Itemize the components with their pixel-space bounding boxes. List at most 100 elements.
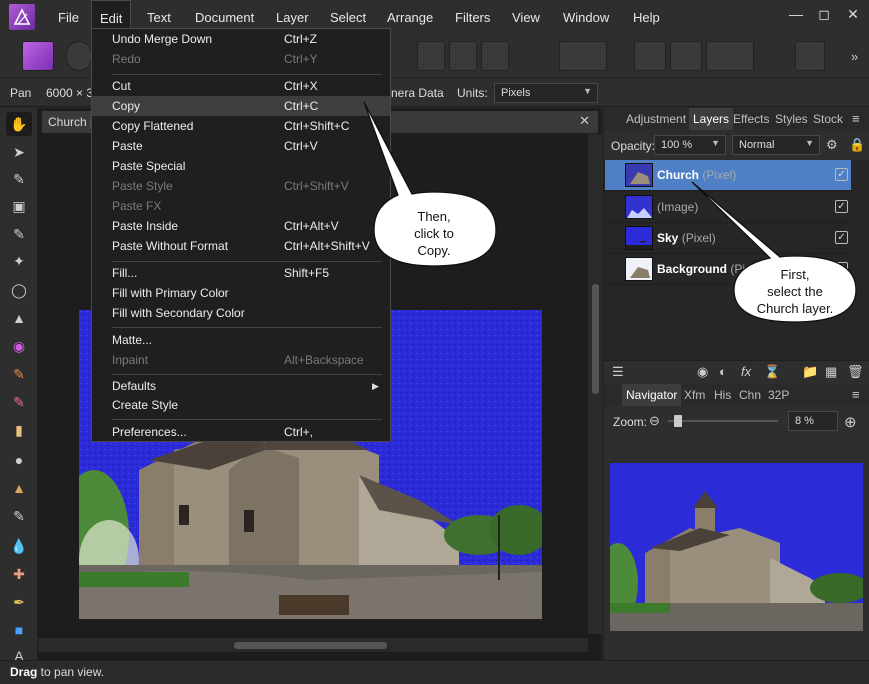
menu-item-preferences[interactable]: Preferences... Ctrl+, bbox=[92, 422, 390, 442]
menu-filters[interactable]: Filters bbox=[447, 0, 498, 36]
pen-tool-icon[interactable]: ✒ bbox=[6, 590, 32, 614]
tab-history[interactable]: His bbox=[710, 384, 735, 406]
menu-item-paste[interactable]: Paste Ctrl+V bbox=[92, 136, 390, 156]
menu-item-fill-secondary[interactable]: Fill with Secondary Color bbox=[92, 303, 390, 323]
live-filter-icon[interactable]: ⌛ bbox=[764, 364, 780, 380]
grid-icon[interactable] bbox=[634, 41, 666, 71]
menu-item-paste-inside[interactable]: Paste Inside Ctrl+Alt+V bbox=[92, 216, 390, 236]
camera-data-label[interactable]: nera Data bbox=[391, 86, 444, 100]
color-picker-icon[interactable]: ✎ bbox=[6, 167, 32, 191]
blend-mode-select[interactable]: Normal ▼ bbox=[732, 135, 820, 155]
menu-item-undo[interactable]: Undo Merge Down Ctrl+Z bbox=[92, 29, 390, 49]
navigator-preview[interactable] bbox=[610, 463, 863, 631]
assistant-icon[interactable] bbox=[795, 41, 825, 71]
vertical-scroll-thumb[interactable] bbox=[592, 284, 599, 394]
liquify-persona-icon[interactable] bbox=[66, 41, 92, 71]
menu-item-copy-flattened[interactable]: Copy Flattened Ctrl+Shift+C bbox=[92, 116, 390, 136]
more-icon[interactable]: » bbox=[851, 49, 858, 64]
move-tool-icon[interactable]: ➤ bbox=[6, 140, 32, 164]
horizontal-scrollbar[interactable] bbox=[38, 638, 588, 652]
menu-item-copy[interactable]: Copy Ctrl+C bbox=[92, 96, 390, 116]
fx-icon[interactable]: fx bbox=[741, 364, 751, 379]
selection-brush-icon[interactable]: ✎ bbox=[6, 222, 32, 246]
healing-brush-icon[interactable]: ✚ bbox=[6, 562, 32, 586]
clone-stamp-icon[interactable]: ▲ bbox=[6, 476, 32, 500]
menu-item-matte[interactable]: Matte... bbox=[92, 330, 390, 350]
tab-adjustment[interactable]: Adjustment bbox=[622, 108, 690, 130]
callout-layer: First, select the Church layer. bbox=[690, 180, 860, 325]
invert-selection-icon[interactable] bbox=[481, 41, 509, 71]
menu-file[interactable]: File bbox=[50, 0, 87, 36]
menu-window[interactable]: Window bbox=[555, 0, 617, 36]
tab-transform[interactable]: Xfm bbox=[680, 384, 709, 406]
tab-stock[interactable]: Stock bbox=[809, 108, 847, 130]
menu-item-cut[interactable]: Cut Ctrl+X bbox=[92, 76, 390, 96]
zoom-out-icon[interactable]: ⊖ bbox=[649, 413, 660, 429]
zoom-slider[interactable] bbox=[668, 415, 778, 427]
zoom-in-icon[interactable]: ⊕ bbox=[844, 413, 857, 431]
gear-icon[interactable]: ⚙ bbox=[826, 137, 838, 153]
layers-stack-icon[interactable]: ☰ bbox=[612, 364, 624, 380]
menu-separator bbox=[112, 374, 382, 375]
flood-select-icon[interactable]: ✦ bbox=[6, 249, 32, 273]
status-bold: Drag bbox=[10, 665, 38, 679]
opacity-label: Opacity: bbox=[611, 139, 656, 153]
zoom-input[interactable]: 8 % bbox=[788, 411, 838, 431]
menu-item-create-style[interactable]: Create Style bbox=[92, 395, 390, 415]
tab-effects[interactable]: Effects bbox=[729, 108, 773, 130]
horizontal-scroll-thumb[interactable] bbox=[234, 642, 387, 649]
tab-navigator[interactable]: Navigator bbox=[622, 384, 682, 406]
menu-view[interactable]: View bbox=[504, 0, 548, 36]
maximize-icon[interactable]: ◻ bbox=[814, 4, 834, 24]
tab-32p[interactable]: 32P bbox=[764, 384, 793, 406]
menu-item-redo[interactable]: Redo Ctrl+Y bbox=[92, 49, 390, 69]
mask-icon[interactable]: ◉ bbox=[697, 364, 708, 380]
menu-help[interactable]: Help bbox=[625, 0, 668, 36]
quick-mask-icon[interactable] bbox=[559, 41, 607, 71]
menu-item-paste-style[interactable]: Paste Style Ctrl+Shift+V bbox=[92, 176, 390, 196]
tab-channels[interactable]: Chn bbox=[735, 384, 765, 406]
trash-icon[interactable]: 🗑 bbox=[847, 364, 864, 380]
paint-brush-icon[interactable]: ✎ bbox=[6, 362, 32, 386]
eraser-icon[interactable]: ▮ bbox=[6, 418, 32, 442]
menu-item-fill-primary[interactable]: Fill with Primary Color bbox=[92, 283, 390, 303]
color-wheel-icon[interactable]: ◉ bbox=[6, 334, 32, 358]
tab-styles[interactable]: Styles bbox=[771, 108, 812, 130]
lock-icon[interactable]: 🔒 bbox=[849, 137, 865, 153]
minimize-icon[interactable]: — bbox=[786, 4, 806, 24]
layer-thumbnail bbox=[625, 195, 653, 219]
menu-item-defaults[interactable]: Defaults ▶ bbox=[92, 376, 390, 396]
mixer-brush-icon[interactable]: ✎ bbox=[6, 390, 32, 414]
adjustment-icon[interactable]: ◐ bbox=[719, 364, 727, 379]
callout-layer-line3: Church layer. bbox=[756, 301, 834, 316]
menu-item-paste-fx[interactable]: Paste FX bbox=[92, 196, 390, 216]
rectangle-tool-icon[interactable]: ■ bbox=[6, 618, 32, 642]
close-document-icon[interactable]: ✕ bbox=[579, 113, 590, 129]
navigator-menu-icon[interactable]: ≡ bbox=[852, 387, 860, 402]
close-window-icon[interactable]: ✕ bbox=[843, 4, 863, 24]
menu-item-paste-without-format[interactable]: Paste Without Format Ctrl+Alt+Shift+V bbox=[92, 236, 390, 256]
smudge-tool-icon[interactable]: ✎ bbox=[6, 504, 32, 528]
zoom-slider-handle[interactable] bbox=[674, 415, 682, 427]
menu-item-fill[interactable]: Fill... Shift+F5 bbox=[92, 263, 390, 283]
dodge-tool-icon[interactable]: ● bbox=[6, 448, 32, 472]
deselect-icon[interactable] bbox=[449, 41, 477, 71]
photo-persona-icon[interactable] bbox=[22, 41, 54, 71]
vertical-scrollbar[interactable] bbox=[588, 134, 602, 634]
flood-fill-icon[interactable]: ▲ bbox=[6, 306, 32, 330]
pan-tool-icon[interactable]: ✋ bbox=[6, 112, 32, 136]
opacity-select[interactable]: 100 % ▼ bbox=[654, 135, 726, 155]
panel-menu-icon[interactable]: ≡ bbox=[852, 111, 860, 126]
snapping-magnet-icon[interactable] bbox=[706, 41, 754, 71]
menu-item-inpaint[interactable]: Inpaint Alt+Backspace bbox=[92, 350, 390, 370]
force-pixel-icon[interactable] bbox=[670, 41, 702, 71]
pixel-layer-icon[interactable]: ▦ bbox=[825, 364, 837, 380]
crop-tool-icon[interactable]: ▣ bbox=[6, 194, 32, 218]
blur-tool-icon[interactable]: 💧 bbox=[6, 534, 32, 558]
tab-layers[interactable]: Layers bbox=[689, 108, 734, 130]
folder-icon[interactable]: 📁 bbox=[802, 364, 818, 380]
lasso-tool-icon[interactable]: ◯ bbox=[6, 278, 32, 302]
menu-item-paste-special[interactable]: Paste Special bbox=[92, 156, 390, 176]
marquee-icon[interactable] bbox=[417, 41, 445, 71]
units-select[interactable]: Pixels ▼ bbox=[494, 83, 598, 103]
